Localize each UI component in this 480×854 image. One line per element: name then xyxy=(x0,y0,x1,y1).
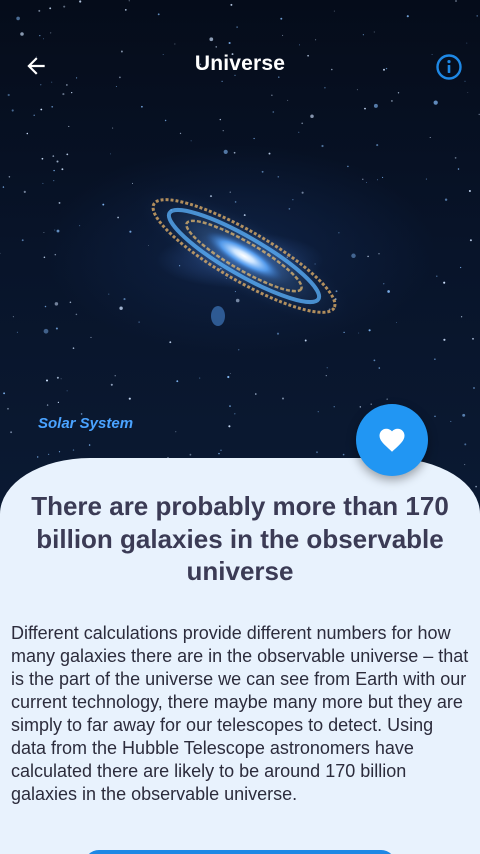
app-bar: Universe xyxy=(0,0,480,134)
info-circle-icon xyxy=(436,54,462,80)
category-label: Solar System xyxy=(38,415,134,432)
page-title: Universe xyxy=(194,52,286,75)
heart-icon xyxy=(379,428,405,452)
fact-headline: There are probably more than 170 billion… xyxy=(31,491,449,586)
fact-body: Different calculations provide different… xyxy=(11,623,469,804)
favorite-button[interactable] xyxy=(356,404,428,476)
info-button[interactable] xyxy=(432,50,466,84)
bottom-action-button[interactable] xyxy=(84,850,396,854)
